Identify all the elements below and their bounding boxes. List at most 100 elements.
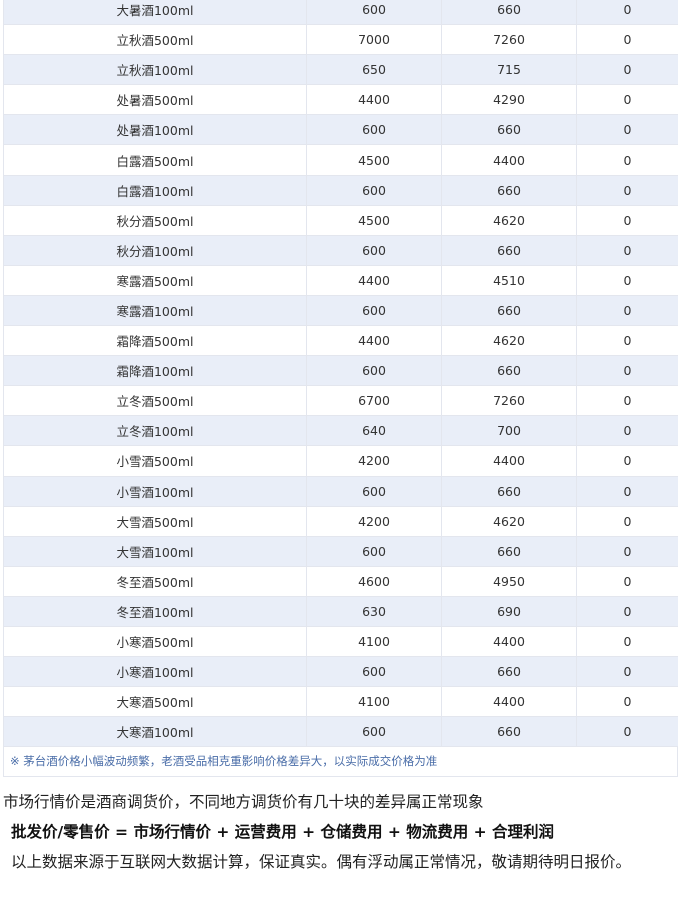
product-name-cell: 霜降酒500ml xyxy=(3,325,307,357)
change-cell: 0 xyxy=(576,144,678,176)
price-a-cell: 600 xyxy=(306,475,442,507)
price-b-cell: 4400 xyxy=(441,445,577,477)
change-cell: 0 xyxy=(576,595,678,627)
product-name-cell: 冬至酒100ml xyxy=(3,595,307,627)
table-row: 秋分酒100ml 600 660 0 xyxy=(3,234,678,266)
product-name-cell: 寒露酒100ml xyxy=(3,294,307,327)
table-row: 大雪酒100ml 600 660 0 xyxy=(3,535,678,567)
price-table-body: 大暑酒100ml 600 660 0 立秋酒500ml 7000 7260 0 立秋酒100ml… xyxy=(3,0,678,748)
price-b-cell: 660 xyxy=(441,294,577,327)
price-a-cell: 600 xyxy=(306,234,442,266)
price-b-cell: 4400 xyxy=(441,144,577,176)
product-name-cell: 立秋酒500ml xyxy=(3,24,307,56)
price-b-cell: 660 xyxy=(441,535,577,567)
price-a-cell: 600 xyxy=(306,656,442,688)
price-table: 大暑酒100ml 600 660 0 立秋酒500ml 7000 7260 0 立秋酒100ml… xyxy=(3,0,678,748)
price-a-cell: 600 xyxy=(306,114,442,146)
product-name-cell: 秋分酒100ml xyxy=(3,234,307,266)
table-row: 白露酒500ml 4500 4400 0 xyxy=(3,144,678,176)
table-row: 大暑酒100ml 600 660 0 xyxy=(3,0,678,26)
change-cell: 0 xyxy=(576,415,678,447)
table-row: 立冬酒500ml 6700 7260 0 xyxy=(3,385,678,417)
price-a-cell: 600 xyxy=(306,0,442,26)
table-row: 小雪酒100ml 600 660 0 xyxy=(3,475,678,507)
price-b-cell: 4620 xyxy=(441,204,577,236)
price-a-cell: 650 xyxy=(306,54,442,86)
change-cell: 0 xyxy=(576,325,678,357)
price-b-cell: 4400 xyxy=(441,686,577,718)
table-row: 大雪酒500ml 4200 4620 0 xyxy=(3,505,678,537)
price-a-cell: 6700 xyxy=(306,385,442,417)
table-row: 立秋酒500ml 7000 7260 0 xyxy=(3,24,678,56)
price-b-cell: 4510 xyxy=(441,264,577,296)
price-a-cell: 4200 xyxy=(306,505,442,537)
price-b-cell: 690 xyxy=(441,595,577,627)
change-cell: 0 xyxy=(576,686,678,718)
change-cell: 0 xyxy=(576,535,678,567)
data-source-note: 以上数据来源于互联网大数据计算，保证真实。偶有浮动属正常情况，敬请期待明日报价。 xyxy=(11,853,632,871)
table-row: 处暑酒100ml 600 660 0 xyxy=(3,114,678,146)
product-name-cell: 处暑酒100ml xyxy=(3,114,307,146)
table-row: 秋分酒500ml 4500 4620 0 xyxy=(3,204,678,236)
table-row: 大寒酒500ml 4100 4400 0 xyxy=(3,686,678,718)
table-row: 小雪酒500ml 4200 4400 0 xyxy=(3,445,678,477)
price-b-cell: 700 xyxy=(441,415,577,447)
table-row: 大寒酒100ml 600 660 0 xyxy=(3,716,678,748)
price-formula: 批发价/零售价 = 市场行情价 + 运营费用 + 仓储费用 + 物流费用 + 合… xyxy=(11,823,555,841)
product-name-cell: 小雪酒500ml xyxy=(3,445,307,477)
table-row: 小寒酒500ml 4100 4400 0 xyxy=(3,625,678,658)
price-a-cell: 600 xyxy=(306,174,442,206)
change-cell: 0 xyxy=(576,54,678,86)
price-a-cell: 4100 xyxy=(306,686,442,718)
change-cell: 0 xyxy=(576,565,678,597)
product-name-cell: 霜降酒100ml xyxy=(3,355,307,387)
table-row: 冬至酒100ml 630 690 0 xyxy=(3,595,678,627)
change-cell: 0 xyxy=(576,234,678,266)
product-name-cell: 大雪酒100ml xyxy=(3,535,307,567)
price-b-cell: 4620 xyxy=(441,325,577,357)
price-b-cell: 7260 xyxy=(441,24,577,56)
table-row: 处暑酒500ml 4400 4290 0 xyxy=(3,84,678,116)
product-name-cell: 立冬酒500ml xyxy=(3,385,307,417)
change-cell: 0 xyxy=(576,505,678,537)
product-name-cell: 秋分酒500ml xyxy=(3,204,307,236)
change-cell: 0 xyxy=(576,385,678,417)
price-a-cell: 630 xyxy=(306,595,442,627)
price-footnote: ※ 茅台酒价格小幅波动频繁，老酒受品相克重影响价格差异大，以实际成交价格为准 xyxy=(3,747,678,778)
product-name-cell: 小寒酒500ml xyxy=(3,625,307,658)
table-row: 小寒酒100ml 600 660 0 xyxy=(3,656,678,688)
price-a-cell: 4400 xyxy=(306,264,442,296)
price-a-cell: 7000 xyxy=(306,24,442,56)
price-table-container: 大暑酒100ml 600 660 0 立秋酒500ml 7000 7260 0 立秋酒100ml… xyxy=(3,0,678,778)
price-b-cell: 660 xyxy=(441,716,577,748)
price-b-cell: 660 xyxy=(441,355,577,387)
change-cell: 0 xyxy=(576,716,678,748)
change-cell: 0 xyxy=(576,294,678,327)
table-row: 立冬酒100ml 640 700 0 xyxy=(3,415,678,447)
table-row: 寒露酒500ml 4400 4510 0 xyxy=(3,264,678,296)
price-b-cell: 660 xyxy=(441,234,577,266)
price-b-cell: 7260 xyxy=(441,385,577,417)
table-row: 寒露酒100ml 600 660 0 xyxy=(3,294,678,327)
price-a-cell: 600 xyxy=(306,294,442,327)
product-name-cell: 小雪酒100ml xyxy=(3,475,307,507)
change-cell: 0 xyxy=(576,0,678,26)
price-b-cell: 660 xyxy=(441,114,577,146)
product-name-cell: 小寒酒100ml xyxy=(3,656,307,688)
change-cell: 0 xyxy=(576,625,678,658)
product-name-cell: 冬至酒500ml xyxy=(3,565,307,597)
price-b-cell: 660 xyxy=(441,174,577,206)
product-name-cell: 大寒酒100ml xyxy=(3,716,307,748)
price-a-cell: 4500 xyxy=(306,204,442,236)
product-name-cell: 寒露酒500ml xyxy=(3,264,307,296)
price-b-cell: 4400 xyxy=(441,625,577,658)
price-a-cell: 600 xyxy=(306,716,442,748)
price-b-cell: 4290 xyxy=(441,84,577,116)
change-cell: 0 xyxy=(576,114,678,146)
table-row: 冬至酒500ml 4600 4950 0 xyxy=(3,565,678,597)
product-name-cell: 白露酒500ml xyxy=(3,144,307,176)
price-a-cell: 4400 xyxy=(306,325,442,357)
product-name-cell: 大雪酒500ml xyxy=(3,505,307,537)
change-cell: 0 xyxy=(576,475,678,507)
table-row: 白露酒100ml 600 660 0 xyxy=(3,174,678,206)
